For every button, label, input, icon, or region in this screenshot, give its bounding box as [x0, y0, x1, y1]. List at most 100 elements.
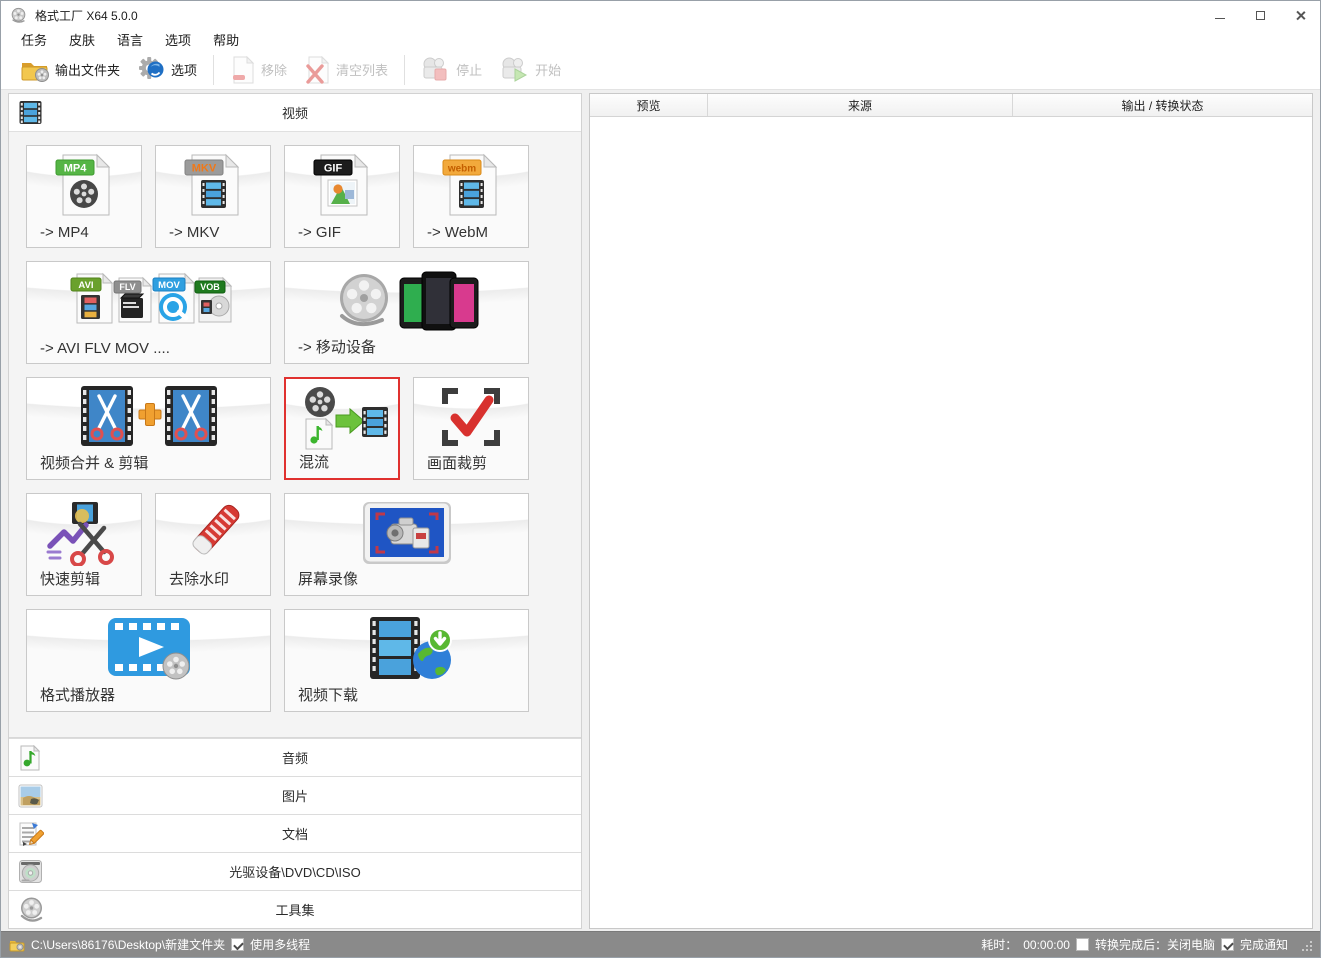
merge-clip-icon [27, 384, 270, 450]
toolbar: 输出文件夹 选项 [1, 50, 1320, 90]
video-tile-area: MP4 -> MP4 [9, 131, 581, 738]
shutdown-after-label: 转换完成后：关闭电脑 [1095, 936, 1215, 953]
start-label: 开始 [535, 60, 561, 79]
audio-file-icon [18, 745, 42, 771]
menu-options[interactable]: 选项 [154, 28, 202, 51]
tile-label: 屏幕录像 [298, 568, 358, 589]
title-bar: 格式工厂 X64 5.0.0 [1, 1, 1320, 29]
svg-text:GIF: GIF [324, 163, 343, 175]
category-panel: 视频 MP4 [8, 93, 582, 929]
stop-icon [421, 56, 451, 84]
mkv-file-icon: MKV [156, 152, 270, 218]
svg-text:MP4: MP4 [64, 163, 88, 175]
tile-label: -> GIF [298, 224, 341, 241]
category-document[interactable]: 文档 [9, 814, 581, 852]
toolbar-separator [404, 55, 405, 85]
column-header-preview[interactable]: 预览 [590, 94, 708, 116]
multithread-checkbox[interactable] [231, 938, 244, 951]
output-folder-icon [20, 57, 50, 83]
column-header-source[interactable]: 来源 [708, 94, 1013, 116]
category-audio[interactable]: 音频 [9, 738, 581, 776]
crop-check-icon [414, 384, 528, 450]
watermark-eraser-icon [156, 500, 270, 566]
elapsed-label: 耗时： [981, 936, 1017, 953]
conversion-queue-panel: 预览 来源 输出 / 转换状态 [589, 93, 1313, 929]
menu-language[interactable]: 语言 [106, 28, 154, 51]
tile-to-mkv[interactable]: MKV -> M [155, 145, 271, 248]
resize-grip[interactable] [1300, 939, 1312, 951]
remove-label: 移除 [261, 60, 287, 79]
column-header-output-status[interactable]: 输出 / 转换状态 [1013, 94, 1312, 116]
queue-empty-list[interactable] [590, 117, 1312, 928]
notify-checkbox[interactable] [1221, 938, 1234, 951]
tile-label: 格式播放器 [40, 684, 115, 705]
mp4-file-icon: MP4 [27, 152, 141, 218]
tile-quick-clip[interactable]: 快速剪辑 [26, 493, 142, 596]
remove-file-icon [230, 56, 256, 84]
svg-text:MOV: MOV [158, 280, 180, 291]
category-cd-label: 文档 [9, 824, 581, 843]
category-picture-label: 图片 [9, 786, 581, 805]
close-icon [1295, 10, 1306, 21]
tile-screen-record[interactable]: 屏幕录像 [284, 493, 529, 596]
quick-clip-icon [27, 500, 141, 566]
category-video-header[interactable]: 视频 [9, 94, 581, 131]
picture-icon [18, 784, 43, 808]
avi-flv-mov-vob-files-icon: AVI FLV [27, 268, 270, 334]
tile-label: 混流 [299, 451, 329, 472]
video-download-icon [285, 616, 528, 682]
minimize-button[interactable] [1200, 1, 1240, 29]
menu-task[interactable]: 任务 [10, 28, 58, 51]
tile-label: -> MKV [169, 224, 219, 241]
tile-to-mobile-devices[interactable]: -> 移动设备 [284, 261, 529, 364]
tile-remove-watermark[interactable]: 去除水印 [155, 493, 271, 596]
toolset-reel-icon [18, 896, 45, 923]
tile-merge-clip[interactable]: 视频合并 & 剪辑 [26, 377, 271, 480]
svg-text:FLV: FLV [119, 282, 135, 292]
tile-label: -> AVI FLV MOV .... [40, 340, 170, 357]
folder-icon [9, 938, 25, 952]
tile-label: 视频下载 [298, 684, 358, 705]
category-picture[interactable]: 图片 [9, 776, 581, 814]
shutdown-after-checkbox[interactable] [1076, 938, 1089, 951]
svg-text:webm: webm [447, 164, 476, 175]
remove-button[interactable]: 移除 [221, 53, 296, 87]
tile-label: 去除水印 [169, 568, 229, 589]
tile-label: -> 移动设备 [298, 336, 376, 357]
svg-text:MKV: MKV [192, 163, 217, 175]
output-path-text[interactable]: C:\Users\86176\Desktop\新建文件夹 [31, 936, 225, 953]
tile-video-download[interactable]: 视频下载 [284, 609, 529, 712]
webm-file-icon: webm [414, 152, 528, 218]
tile-mux[interactable]: 混流 [284, 377, 400, 480]
stop-button[interactable]: 停止 [412, 53, 491, 87]
options-gear-icon [138, 56, 166, 84]
minimize-icon [1215, 18, 1225, 19]
app-window: 格式工厂 X64 5.0.0 任务 皮肤 语言 选项 帮助 输出文件夹 [0, 0, 1321, 958]
elapsed-value: 00:00:00 [1023, 938, 1070, 952]
svg-text:AVI: AVI [78, 280, 93, 291]
start-button[interactable]: 开始 [491, 53, 570, 87]
toolbar-separator [213, 55, 214, 85]
document-icon [18, 821, 44, 847]
close-button[interactable] [1280, 1, 1320, 29]
svg-text:VOB: VOB [200, 282, 220, 292]
output-folder-button[interactable]: 输出文件夹 [11, 54, 129, 86]
tile-format-player[interactable]: 格式播放器 [26, 609, 271, 712]
menu-skin[interactable]: 皮肤 [58, 28, 106, 51]
tile-label: -> MP4 [40, 224, 89, 241]
tile-to-mp4[interactable]: MP4 -> MP4 [26, 145, 142, 248]
category-toolset[interactable]: 工具集 [9, 890, 581, 928]
queue-header-row: 预览 来源 输出 / 转换状态 [590, 94, 1312, 117]
maximize-button[interactable] [1240, 1, 1280, 29]
options-button[interactable]: 选项 [129, 53, 206, 87]
tile-to-webm[interactable]: webm -> [413, 145, 529, 248]
menu-bar: 任务 皮肤 语言 选项 帮助 [1, 29, 1320, 50]
tile-to-gif[interactable]: GIF -> GIF [284, 145, 400, 248]
category-cd-dvd-iso[interactable]: 光驱设备\DVD\CD\ISO [9, 852, 581, 890]
category-cd-dvd-label: 光驱设备\DVD\CD\ISO [9, 862, 581, 881]
format-player-icon [27, 616, 270, 682]
clear-list-button[interactable]: 清空列表 [296, 53, 397, 87]
tile-to-avi-flv-mov[interactable]: AVI FLV [26, 261, 271, 364]
menu-help[interactable]: 帮助 [202, 28, 250, 51]
tile-crop[interactable]: 画面裁剪 [413, 377, 529, 480]
